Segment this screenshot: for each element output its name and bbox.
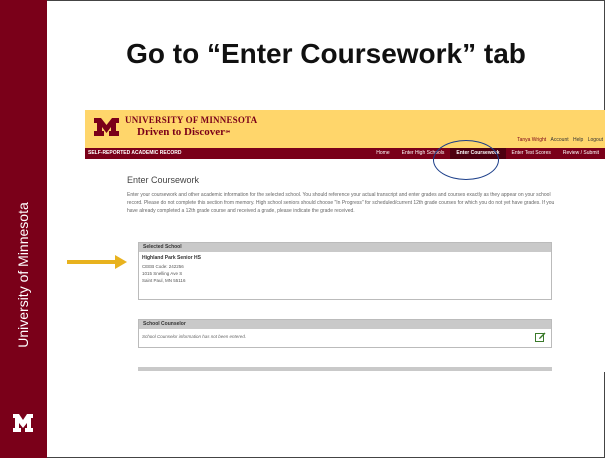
tab-home[interactable]: Home — [370, 148, 395, 159]
highlight-circle — [433, 140, 499, 180]
umn-wordmark: UNIVERSITY OF MINNESOTA — [125, 115, 258, 125]
umn-tagline: Driven to Discover℠ — [137, 126, 232, 138]
user-name: Tanya Wright — [517, 137, 547, 143]
next-panel-bar — [138, 367, 552, 371]
school-address-line2: Saint Paul, MN 55116 — [142, 278, 186, 283]
help-link[interactable]: Help — [573, 137, 583, 143]
counselor-note: School Counselor information has not bee… — [142, 334, 247, 339]
umn-header: UNIVERSITY OF MINNESOTA Driven to Discov… — [85, 110, 605, 148]
umn-m-logo-icon[interactable] — [93, 116, 120, 138]
school-counselor-panel: School Counselor School Counselor inform… — [138, 319, 552, 348]
umn-m-logo-icon — [13, 414, 33, 432]
selected-school-panel: Selected School Highland Park Senior HS … — [138, 242, 552, 300]
sidebar-label: University of Minnesota — [15, 202, 31, 348]
screenshot-panel: UNIVERSITY OF MINNESOTA Driven to Discov… — [85, 110, 605, 372]
user-links: Tanya Wright Account Help Logout — [514, 137, 603, 143]
pointer-arrow-icon — [67, 255, 127, 269]
nav-bar: SELF-REPORTED ACADEMIC RECORD Home Enter… — [85, 148, 605, 159]
intro-text: Enter your coursework and other academic… — [127, 192, 555, 214]
edit-icon[interactable] — [535, 332, 546, 342]
sidebar: University of Minnesota — [0, 0, 47, 458]
slide-title: Go to “Enter Coursework” tab — [126, 38, 526, 69]
account-link[interactable]: Account — [551, 137, 569, 143]
logout-link[interactable]: Logout — [588, 137, 603, 143]
school-name: Highland Park Senior HS — [142, 255, 201, 261]
page-title: Enter Coursework — [127, 175, 200, 185]
ceeb-code: CEEB Code: 242256 — [142, 264, 184, 269]
nav-title: SELF-REPORTED ACADEMIC RECORD — [88, 150, 182, 156]
tab-enter-test-scores[interactable]: Enter Test Scores — [506, 148, 557, 159]
school-counselor-heading: School Counselor — [139, 320, 551, 329]
school-address-line1: 1015 Snelling Ave S — [142, 271, 183, 276]
selected-school-heading: Selected School — [139, 243, 551, 252]
tab-review-submit[interactable]: Review / Submit — [557, 148, 605, 159]
